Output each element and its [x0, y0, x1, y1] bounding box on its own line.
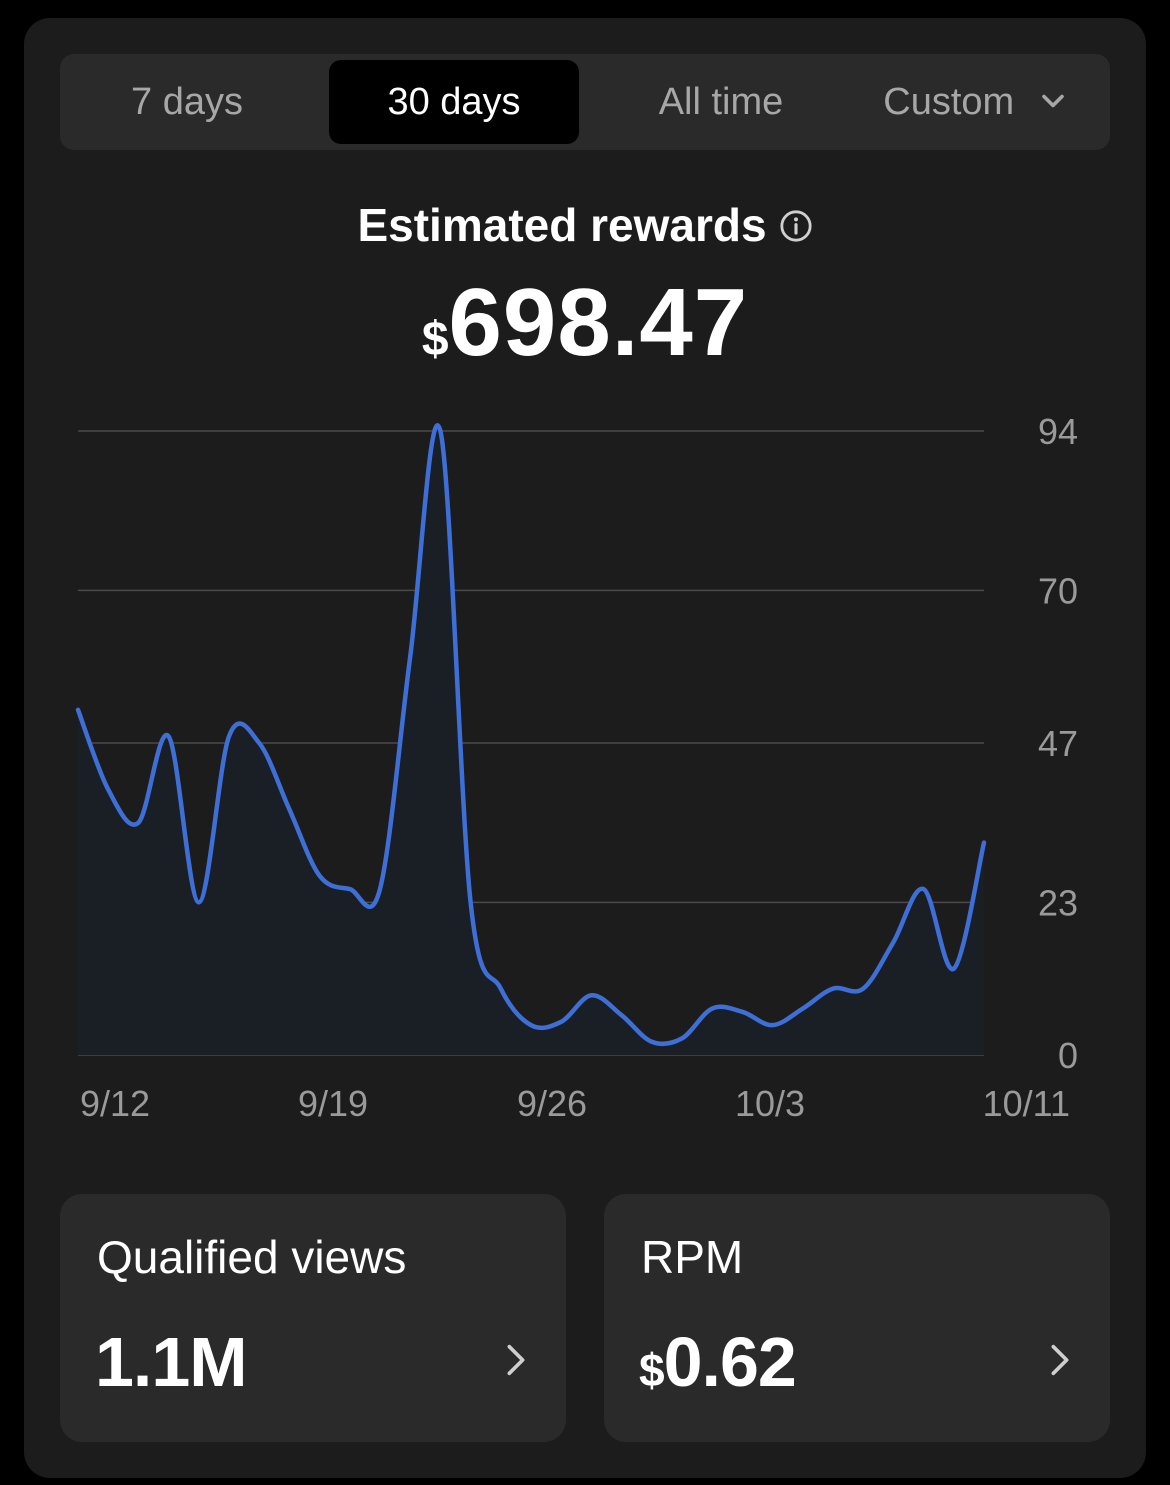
chevron-right-icon [1051, 1344, 1069, 1376]
qualified-views-number: 1.1M [95, 1323, 248, 1401]
chevron-down-icon [1041, 94, 1064, 108]
rewards-card: 7 days 30 days All time Custom Estimated… [24, 18, 1146, 1478]
chevron-right-icon [507, 1344, 525, 1376]
tab-30-days-label: 30 days [387, 81, 521, 123]
rewards-title: Estimated rewards [357, 199, 767, 251]
x-tick-label: 9/19 [298, 1083, 368, 1124]
x-tick-label: 9/26 [517, 1083, 587, 1124]
tab-custom[interactable]: Custom [850, 60, 1104, 144]
y-tick-label: 47 [1038, 723, 1078, 764]
x-tick-label: 10/3 [735, 1083, 805, 1124]
x-tick-label: 10/11 [983, 1083, 1070, 1124]
series-area [78, 425, 984, 1055]
date-range-tabs: 7 days 30 days All time Custom [60, 54, 1110, 150]
rpm-number: 0.62 [663, 1323, 797, 1401]
y-tick-label: 70 [1038, 570, 1078, 611]
rpm-value: $0.62 [639, 1322, 797, 1402]
tab-all-time-label: All time [658, 81, 784, 123]
x-tick-label: 9/12 [80, 1083, 150, 1124]
tab-custom-label: Custom [883, 81, 1015, 123]
tab-7-days[interactable]: 7 days [60, 60, 314, 144]
y-tick-label: 0 [1058, 1035, 1078, 1076]
y-tick-label: 23 [1038, 882, 1078, 923]
rpm-card[interactable]: RPM $0.62 [604, 1194, 1110, 1442]
rewards-currency: $ [421, 313, 449, 366]
rpm-currency: $ [639, 1344, 665, 1396]
rpm-label: RPM [641, 1231, 744, 1283]
tab-30-days[interactable]: 30 days [329, 60, 579, 144]
info-icon[interactable] [779, 209, 813, 243]
rewards-value: 698.47 [448, 269, 749, 376]
tab-7-days-label: 7 days [131, 81, 243, 123]
rewards-chart: 0 23 47 70 94 9/12 9/19 9/26 10/3 10/11 [75, 411, 1078, 1124]
rewards-amount: $698.47 [24, 268, 1146, 378]
rewards-title-row: Estimated rewards [24, 198, 1146, 252]
y-tick-label: 94 [1038, 411, 1078, 452]
tab-all-time[interactable]: All time [594, 60, 848, 144]
qualified-views-value: 1.1M [95, 1322, 248, 1402]
qualified-views-label: Qualified views [97, 1231, 407, 1283]
qualified-views-card[interactable]: Qualified views 1.1M [60, 1194, 566, 1442]
